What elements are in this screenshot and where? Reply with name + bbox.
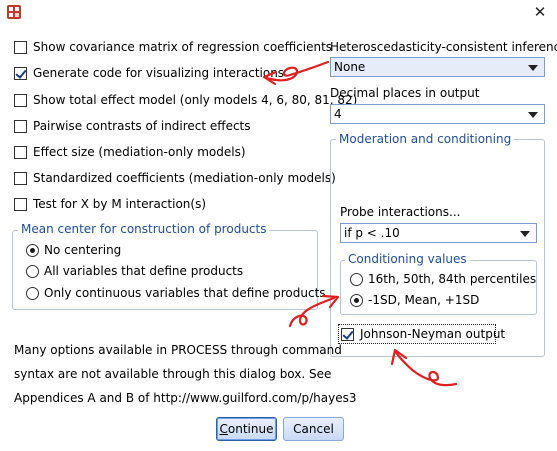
radio-only-continuous[interactable]: Only continuous variables that define pr…	[26, 284, 326, 302]
note-line: Many options available in PROCESS throug…	[14, 343, 342, 357]
moderation-title: Moderation and conditioning	[336, 132, 515, 146]
option-x-by-m-interaction[interactable]: Test for X by M interaction(s)	[14, 195, 206, 213]
option-label: Show total effect model (only models 4, …	[33, 93, 358, 107]
radio-label: Only continuous variables that define pr…	[44, 286, 326, 300]
radio-all-variables[interactable]: All variables that define products	[26, 262, 243, 280]
radio-label: No centering	[44, 243, 122, 257]
hc-inference-select[interactable]: None	[330, 57, 545, 77]
radio-label: All variables that define products	[44, 264, 244, 278]
checkbox-checked[interactable]	[341, 327, 354, 341]
option-label: Show covariance matrix of regression coe…	[33, 40, 333, 54]
radio-sd-mean[interactable]: -1SD, Mean, +1SD	[350, 291, 479, 309]
decimal-places-select[interactable]: 4	[330, 104, 545, 124]
cancel-button[interactable]: Cancel	[283, 417, 344, 441]
hc-inference-label: Heteroscedasticity-consistent inference	[330, 40, 557, 54]
probe-value: if p < .10	[344, 226, 400, 240]
option-label: Test for X by M interaction(s)	[33, 197, 207, 211]
radio[interactable]	[350, 272, 363, 286]
option-covariance-matrix[interactable]: Show covariance matrix of regression coe…	[14, 38, 332, 56]
chevron-down-icon	[520, 231, 530, 237]
continue-label: ontinue	[227, 422, 274, 436]
option-standardized-coefficients[interactable]: Standardized coefficients (mediation-onl…	[14, 169, 336, 187]
chevron-down-icon	[528, 65, 538, 71]
continue-button[interactable]: Continue	[216, 417, 277, 441]
chevron-down-icon	[528, 112, 538, 118]
hc-inference-value: None	[334, 60, 366, 74]
decimal-places-label: Decimal places in output	[330, 86, 480, 100]
radio-no-centering[interactable]: No centering	[26, 241, 121, 259]
title-bar: ✕	[0, 0, 557, 24]
option-effect-size[interactable]: Effect size (mediation-only models)	[14, 143, 246, 161]
option-pairwise-contrasts[interactable]: Pairwise contrasts of indirect effects	[14, 117, 251, 135]
spss-icon	[7, 5, 21, 19]
continue-accelerator: C	[219, 422, 228, 436]
conditioning-title: Conditioning values	[345, 252, 470, 266]
checkbox[interactable]	[14, 197, 27, 211]
probe-select[interactable]: if p < .10	[340, 223, 537, 243]
mean-center-title: Mean center for construction of products	[18, 222, 270, 236]
radio-label: -1SD, Mean, +1SD	[368, 293, 480, 307]
option-label: Pairwise contrasts of indirect effects	[33, 119, 251, 133]
cancel-label: Cancel	[293, 422, 334, 436]
checkbox[interactable]	[14, 119, 27, 133]
option-total-effect-model[interactable]: Show total effect model (only models 4, …	[14, 91, 357, 109]
note-line: Appendices A and B of http://www.guilfor…	[14, 391, 357, 405]
radio-label: 16th, 50th, 84th percentiles	[368, 272, 537, 286]
option-label: Effect size (mediation-only models)	[33, 145, 246, 159]
radio-selected[interactable]	[350, 293, 363, 307]
checkbox[interactable]	[14, 171, 27, 185]
note-line: syntax are not available through this di…	[14, 367, 332, 381]
radio[interactable]	[26, 264, 39, 278]
probe-label: Probe interactions...	[340, 205, 461, 219]
radio-percentiles[interactable]: 16th, 50th, 84th percentiles	[350, 270, 536, 288]
option-label: Standardized coefficients (mediation-onl…	[33, 171, 336, 185]
checkbox[interactable]	[14, 145, 27, 159]
option-label: Generate code for visualizing interactio…	[33, 66, 285, 80]
checkbox-checked[interactable]	[14, 66, 27, 80]
radio-selected[interactable]	[26, 243, 39, 257]
close-icon[interactable]: ✕	[523, 0, 557, 24]
option-johnson-neyman[interactable]: Johnson-Neyman output	[341, 325, 505, 343]
option-visualize-interactions[interactable]: Generate code for visualizing interactio…	[14, 64, 284, 82]
checkbox[interactable]	[14, 40, 27, 54]
decimal-places-value: 4	[334, 107, 342, 121]
checkbox[interactable]	[14, 93, 27, 107]
option-label: Johnson-Neyman output	[360, 327, 506, 341]
radio[interactable]	[26, 286, 39, 300]
